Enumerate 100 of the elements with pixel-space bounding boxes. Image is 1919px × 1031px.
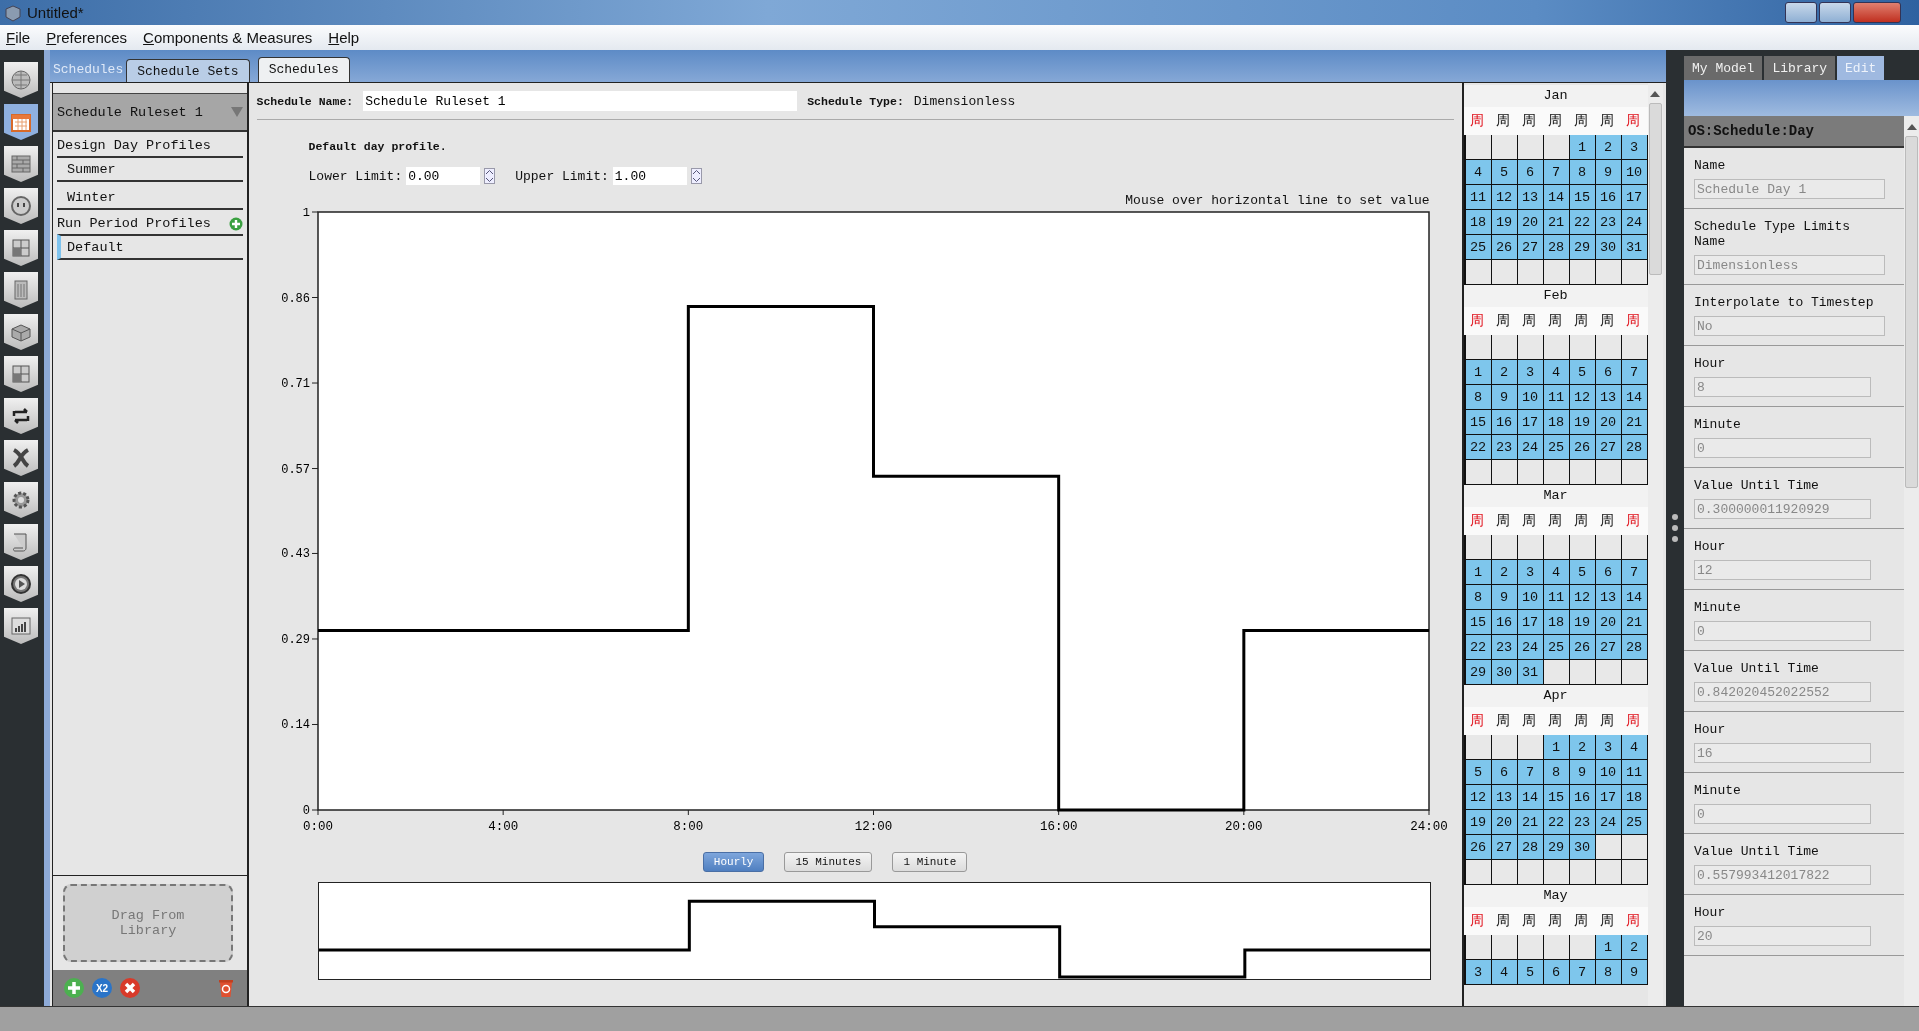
calendar-day[interactable]: 3	[1517, 560, 1544, 585]
calendar-day[interactable]: 9	[1621, 960, 1648, 985]
calendar-day[interactable]: 22	[1543, 810, 1570, 835]
tab[interactable]: Schedule Sets	[126, 59, 250, 82]
calendar-day[interactable]: 5	[1465, 760, 1492, 785]
calendar-day[interactable]: 10	[1595, 760, 1622, 785]
calendar-day[interactable]: 4	[1543, 560, 1570, 585]
cubes-nav-icon[interactable]	[4, 356, 38, 392]
calendar-day[interactable]: 11	[1543, 585, 1570, 610]
profile-item[interactable]: Winter	[57, 186, 243, 210]
calendar-day[interactable]: 2	[1569, 735, 1596, 760]
calendar-day[interactable]: 26	[1569, 435, 1596, 460]
calendar-day[interactable]: 25	[1465, 235, 1492, 260]
calendar-day[interactable]: 28	[1517, 835, 1544, 860]
calendar-day[interactable]: 27	[1491, 835, 1518, 860]
calendar-day[interactable]: 1	[1465, 560, 1492, 585]
calendar-day[interactable]: 7	[1517, 760, 1544, 785]
spinner-icon[interactable]	[484, 168, 496, 184]
calendar-day[interactable]: 28	[1543, 235, 1570, 260]
calendar-day[interactable]: 9	[1569, 760, 1596, 785]
calendar-day[interactable]: 24	[1517, 635, 1544, 660]
calendar-day[interactable]: 21	[1621, 610, 1648, 635]
calendar-day[interactable]: 12	[1491, 185, 1518, 210]
calendar-day[interactable]: 21	[1543, 210, 1570, 235]
calendar-day[interactable]: 2	[1491, 360, 1518, 385]
calendar-day[interactable]: 15	[1465, 610, 1492, 635]
calendar-day[interactable]: 14	[1621, 385, 1648, 410]
calendar-day[interactable]: 23	[1595, 210, 1622, 235]
calendar-day[interactable]: 8	[1465, 385, 1492, 410]
scroll-up-icon[interactable]	[1906, 122, 1917, 130]
calendar-day[interactable]: 17	[1621, 185, 1648, 210]
calendar-day[interactable]: 4	[1465, 160, 1492, 185]
calendar-day[interactable]: 20	[1595, 410, 1622, 435]
calendar-day[interactable]: 6	[1491, 760, 1518, 785]
calendar-day[interactable]: 25	[1543, 635, 1570, 660]
calendar-day[interactable]: 30	[1595, 235, 1622, 260]
calendar-day[interactable]: 16	[1491, 410, 1518, 435]
calendar-day[interactable]: 29	[1569, 235, 1596, 260]
calendar-day[interactable]: 4	[1543, 360, 1570, 385]
cubes-nav-icon[interactable]	[4, 230, 38, 266]
calendar-day[interactable]: 17	[1595, 785, 1622, 810]
calendar-day[interactable]: 21	[1621, 410, 1648, 435]
menu-item[interactable]: Components & Measures	[137, 29, 319, 46]
calendar-day[interactable]: 27	[1595, 635, 1622, 660]
close-button[interactable]	[1853, 2, 1901, 23]
calendar-day[interactable]: 26	[1569, 635, 1596, 660]
calendar-day[interactable]: 22	[1465, 435, 1492, 460]
menu-item[interactable]: File	[0, 29, 37, 46]
calendar-day[interactable]: 2	[1491, 560, 1518, 585]
calendar-day[interactable]: 9	[1491, 385, 1518, 410]
calendar-day[interactable]: 1	[1543, 735, 1570, 760]
calendar-day[interactable]: 18	[1543, 610, 1570, 635]
calendar-day[interactable]: 12	[1569, 585, 1596, 610]
calendar-day[interactable]: 13	[1595, 585, 1622, 610]
calendar-day[interactable]: 12	[1569, 385, 1596, 410]
scroll-thumb[interactable]	[1648, 103, 1662, 275]
calendar-day[interactable]: 26	[1465, 835, 1492, 860]
calendar-day[interactable]: 25	[1543, 435, 1570, 460]
tab[interactable]: Schedules	[257, 57, 350, 82]
calendar-day[interactable]: 7	[1569, 960, 1596, 985]
box-nav-icon[interactable]	[4, 314, 38, 350]
calendar-day[interactable]: 1	[1465, 360, 1492, 385]
calendar-day[interactable]: 1	[1595, 935, 1622, 960]
calendar-day[interactable]: 5	[1569, 560, 1596, 585]
calendar-day[interactable]: 2	[1595, 135, 1622, 160]
calendar-day[interactable]: 27	[1595, 435, 1622, 460]
calendar-day[interactable]: 18	[1621, 785, 1648, 810]
cross-nav-icon[interactable]	[4, 440, 38, 476]
calendar-day[interactable]: 19	[1491, 210, 1518, 235]
calendar-day[interactable]: 20	[1595, 610, 1622, 635]
calendar-day[interactable]: 23	[1491, 635, 1518, 660]
calendar-day[interactable]: 9	[1595, 160, 1622, 185]
calendar-nav-icon[interactable]	[4, 104, 38, 140]
calendar-day[interactable]: 1	[1569, 135, 1596, 160]
calendar-day[interactable]: 8	[1465, 585, 1492, 610]
calendar-day[interactable]: 5	[1569, 360, 1596, 385]
scroll-nav-icon[interactable]	[4, 524, 38, 560]
calendar-day[interactable]: 7	[1543, 160, 1570, 185]
bricks-nav-icon[interactable]	[4, 146, 38, 182]
calendar-day[interactable]: 8	[1569, 160, 1596, 185]
calendar-day[interactable]: 9	[1491, 585, 1518, 610]
calendar-day[interactable]: 5	[1491, 160, 1518, 185]
calendar-day[interactable]: 24	[1517, 435, 1544, 460]
calendar-day[interactable]: 4	[1621, 735, 1648, 760]
gear-nav-icon[interactable]	[4, 482, 38, 518]
calendar-day[interactable]: 6	[1517, 160, 1544, 185]
calendar-day[interactable]: 17	[1517, 610, 1544, 635]
calendar-day[interactable]: 29	[1465, 660, 1492, 685]
calendar-day[interactable]: 11	[1621, 760, 1648, 785]
calendar-day[interactable]: 6	[1595, 360, 1622, 385]
lower-limit-field[interactable]: 0.00	[406, 167, 481, 185]
calendar-day[interactable]: 11	[1543, 385, 1570, 410]
calendar-day[interactable]: 13	[1491, 785, 1518, 810]
calendar-day[interactable]: 8	[1543, 760, 1570, 785]
calendar-day[interactable]: 11	[1465, 185, 1492, 210]
calendar-day[interactable]: 21	[1517, 810, 1544, 835]
calendar-day[interactable]: 8	[1595, 960, 1622, 985]
calendar-day[interactable]: 30	[1491, 660, 1518, 685]
minimize-button[interactable]	[1785, 2, 1817, 23]
calendar-day[interactable]: 22	[1569, 210, 1596, 235]
